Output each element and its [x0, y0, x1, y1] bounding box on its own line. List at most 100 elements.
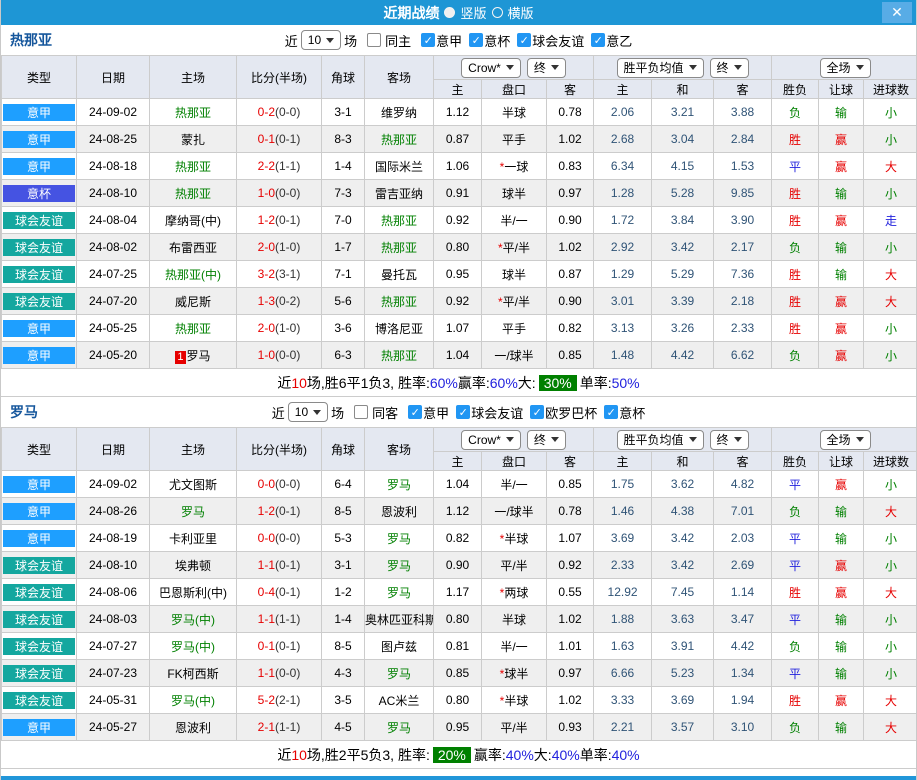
league-checkbox[interactable]: ✓ [408, 405, 423, 419]
league-checkbox[interactable]: ✓ [456, 405, 471, 419]
home-team-name[interactable]: 热那亚 [175, 187, 211, 201]
away-team-name[interactable]: 罗马 [387, 667, 411, 681]
away-team-name[interactable]: 罗马 [387, 478, 411, 492]
league-checkbox[interactable]: ✓ [604, 405, 619, 419]
same-home-checkbox[interactable] [367, 33, 382, 47]
league-checkbox[interactable]: ✓ [469, 33, 484, 47]
away-team-name[interactable]: 热那亚 [381, 295, 417, 309]
league-checkbox[interactable]: ✓ [517, 33, 532, 47]
mean-source-select[interactable]: 胜平负均值 [616, 57, 704, 78]
scope-select[interactable]: 全场 [819, 57, 871, 78]
home-team-name[interactable]: 热那亚 [175, 106, 211, 120]
away-team-name[interactable]: 雷吉亚纳 [375, 187, 423, 201]
home-team-name[interactable]: 热那亚 [175, 322, 211, 336]
home-team-name[interactable]: 巴恩斯利(中) [159, 586, 227, 600]
sub-header-result: 胜负 [771, 451, 820, 471]
mean-source-select[interactable]: 胜平负均值 [616, 429, 704, 450]
home-team-name[interactable]: 蒙扎 [181, 133, 205, 147]
league-type-badge: 意甲 [3, 157, 75, 175]
away-team-name[interactable]: 博洛尼亚 [375, 322, 423, 336]
horizontal-layout-label[interactable]: 横版 [508, 3, 534, 22]
same-away-label[interactable]: 同客 [372, 403, 398, 422]
home-team-name[interactable]: 罗马 [181, 505, 205, 519]
away-team-name[interactable]: 罗马 [387, 586, 411, 600]
league-checkbox-label[interactable]: 意杯 [484, 31, 510, 50]
away-team-name[interactable]: 热那亚 [381, 241, 417, 255]
league-checkbox-label[interactable]: 意甲 [436, 31, 462, 50]
match-row: 球会友谊 24-05-31 罗马(中) 5-2(2-1) 3-5 AC米兰 0.80 *半球 1… [1, 686, 916, 714]
league-checkbox-label[interactable]: 球会友谊 [532, 31, 584, 50]
horizontal-layout-radio[interactable] [491, 7, 503, 18]
match-count-select[interactable]: 10 [300, 30, 342, 50]
home-team-name[interactable]: 罗马(中) [171, 640, 215, 654]
league-checkbox[interactable]: ✓ [530, 405, 545, 419]
vertical-layout-radio[interactable] [444, 7, 456, 18]
away-team-name[interactable]: 图卢兹 [381, 640, 417, 654]
fulltime-score: 2-0 [257, 240, 275, 254]
away-team-name[interactable]: 热那亚 [381, 214, 417, 228]
goals-result-cell: 小 [863, 632, 916, 660]
home-team-name[interactable]: 卡利亚里 [169, 532, 217, 546]
match-row: 意甲 24-05-25 热那亚 2-0(1-0) 3-6 博洛尼亚 1.07 平手 0.82 3.… [1, 314, 916, 342]
away-team-name[interactable]: 罗马 [387, 532, 411, 546]
league-checkbox[interactable]: ✓ [421, 33, 436, 47]
odds-source-select[interactable]: Crow* [461, 429, 521, 450]
home-team-name[interactable]: 布雷西亚 [169, 241, 217, 255]
away-team-name[interactable]: 恩波利 [381, 505, 417, 519]
home-team-name[interactable]: 威尼斯 [175, 295, 211, 309]
away-team-name[interactable]: 国际米兰 [375, 160, 423, 174]
date-cell: 24-05-25 [76, 314, 150, 342]
score-cell: 0-1(0-1) [236, 632, 322, 660]
league-checkbox-label[interactable]: 欧罗巴杯 [545, 403, 597, 422]
away-team-name[interactable]: 罗马 [387, 721, 411, 735]
score-cell: 2-1(1-1) [236, 713, 322, 741]
away-team-name[interactable]: 维罗纳 [381, 106, 417, 120]
home-team-name[interactable]: 罗马 [187, 349, 211, 363]
corner-cell: 4-5 [321, 713, 365, 741]
same-away-checkbox[interactable] [354, 405, 369, 419]
away-team-name[interactable]: 曼托瓦 [381, 268, 417, 282]
odds-away-cell: 0.87 [545, 260, 595, 288]
match-count-select[interactable]: 10 [287, 402, 329, 422]
away-team-name[interactable]: AC米兰 [379, 694, 420, 708]
league-type-cell: 意甲 [1, 125, 77, 153]
scope-select[interactable]: 全场 [819, 429, 871, 450]
home-team-name[interactable]: 热那亚(中) [165, 268, 221, 282]
league-checkbox[interactable]: ✓ [591, 33, 606, 47]
odds-stage-select[interactable]: 终 [526, 429, 566, 450]
date-cell: 24-09-02 [76, 98, 150, 126]
home-team-name[interactable]: FK柯西斯 [167, 667, 218, 681]
home-team-name[interactable]: 埃弗顿 [175, 559, 211, 573]
same-home-label[interactable]: 同主 [385, 31, 411, 50]
handicap-star: * [497, 240, 503, 255]
odds-stage-select[interactable]: 终 [526, 57, 566, 78]
league-checkbox-label[interactable]: 意杯 [619, 403, 645, 422]
home-team-name[interactable]: 罗马(中) [171, 613, 215, 627]
away-team-name[interactable]: 热那亚 [381, 349, 417, 363]
match-row: 意甲 24-08-18 热那亚 2-2(1-1) 1-4 国际米兰 1.06 *一球 0.83 6… [1, 152, 916, 180]
home-team-name[interactable]: 热那亚 [175, 160, 211, 174]
odds-source-select[interactable]: Crow* [461, 57, 521, 78]
league-checkbox-label[interactable]: 意甲 [423, 403, 449, 422]
league-checkbox-label[interactable]: 球会友谊 [471, 403, 523, 422]
mean-stage-select[interactable]: 终 [709, 57, 749, 78]
close-button[interactable]: ✕ [882, 2, 912, 23]
corner-cell: 3-6 [321, 314, 365, 342]
away-team-cell: 奥林匹亚科斯 [364, 605, 434, 633]
home-team-name[interactable]: 摩纳哥(中) [165, 214, 221, 228]
away-team-name[interactable]: 热那亚 [381, 133, 417, 147]
away-team-name[interactable]: 罗马 [387, 559, 411, 573]
scope-value: 全场 [826, 433, 851, 447]
home-team-name[interactable]: 罗马(中) [171, 694, 215, 708]
home-team-name[interactable]: 恩波利 [175, 721, 211, 735]
mean-home-cell: 6.66 [593, 659, 653, 687]
odds-stage-value: 终 [533, 61, 546, 75]
league-checkbox-label[interactable]: 意乙 [606, 31, 632, 50]
match-count-value: 10 [307, 33, 322, 47]
mean-draw-cell: 5.28 [651, 179, 715, 207]
home-team-name[interactable]: 尤文图斯 [169, 478, 217, 492]
away-team-name[interactable]: 奥林匹亚科斯 [366, 613, 433, 627]
mean-stage-select[interactable]: 终 [709, 429, 749, 450]
vertical-layout-label[interactable]: 竖版 [460, 3, 486, 22]
date-cell: 24-07-20 [76, 287, 150, 315]
